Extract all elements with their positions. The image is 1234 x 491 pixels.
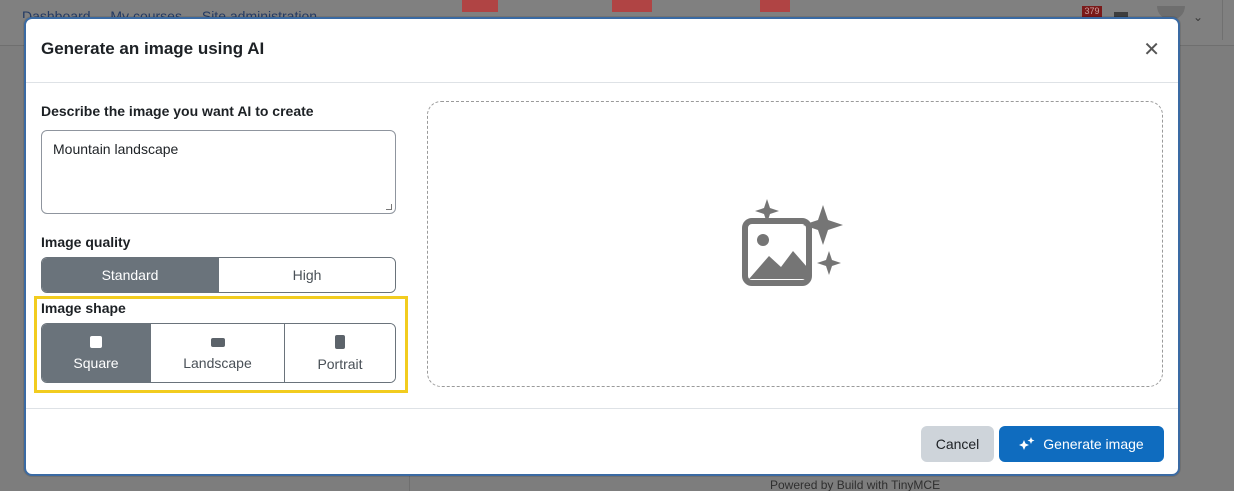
shape-label: Image shape xyxy=(41,300,126,316)
shape-segmented-control: Square Landscape Portrait xyxy=(41,323,396,383)
shape-landscape-label: Landscape xyxy=(183,355,252,371)
quality-high-button[interactable]: High xyxy=(219,258,395,292)
resize-handle-icon[interactable] xyxy=(386,204,392,210)
close-icon[interactable]: ✕ xyxy=(1143,39,1160,61)
modal-footer: Cancel Generate image xyxy=(26,408,1178,476)
prompt-textarea[interactable]: Mountain landscape xyxy=(41,130,396,214)
modal-header: Generate an image using AI ✕ xyxy=(26,19,1178,83)
notification-badge[interactable]: 379 xyxy=(1082,6,1102,17)
background-decoration xyxy=(462,0,498,12)
editor-footer: Powered by Build with TinyMCE xyxy=(770,478,941,491)
image-preview-area xyxy=(427,101,1163,387)
quality-standard-button[interactable]: Standard xyxy=(42,258,219,292)
cancel-button[interactable]: Cancel xyxy=(921,426,994,462)
shape-square-button[interactable]: Square xyxy=(42,324,151,382)
shape-square-label: Square xyxy=(73,355,119,371)
quality-label: Image quality xyxy=(41,234,131,250)
chevron-down-icon[interactable]: ⌄ xyxy=(1193,10,1203,24)
shape-portrait-button[interactable]: Portrait xyxy=(285,324,395,382)
shape-landscape-button[interactable]: Landscape xyxy=(151,324,285,382)
background-decoration xyxy=(612,0,652,12)
square-icon xyxy=(90,336,102,348)
background-decoration xyxy=(760,0,790,12)
ai-image-placeholder-icon xyxy=(742,199,843,286)
landscape-icon xyxy=(210,338,225,347)
shape-portrait-label: Portrait xyxy=(317,356,363,372)
prompt-text: Mountain landscape xyxy=(53,141,179,157)
generate-image-button[interactable]: Generate image xyxy=(999,426,1164,462)
generate-image-label: Generate image xyxy=(1043,436,1144,452)
portrait-icon xyxy=(335,335,345,349)
generate-image-modal: Generate an image using AI ✕ Describe th… xyxy=(24,17,1180,476)
prompt-label: Describe the image you want AI to create xyxy=(41,103,314,119)
quality-segmented-control: Standard High xyxy=(41,257,396,293)
modal-title: Generate an image using AI xyxy=(41,39,265,58)
navbar-divider xyxy=(1222,0,1223,40)
sparkle-icon xyxy=(1019,437,1035,450)
